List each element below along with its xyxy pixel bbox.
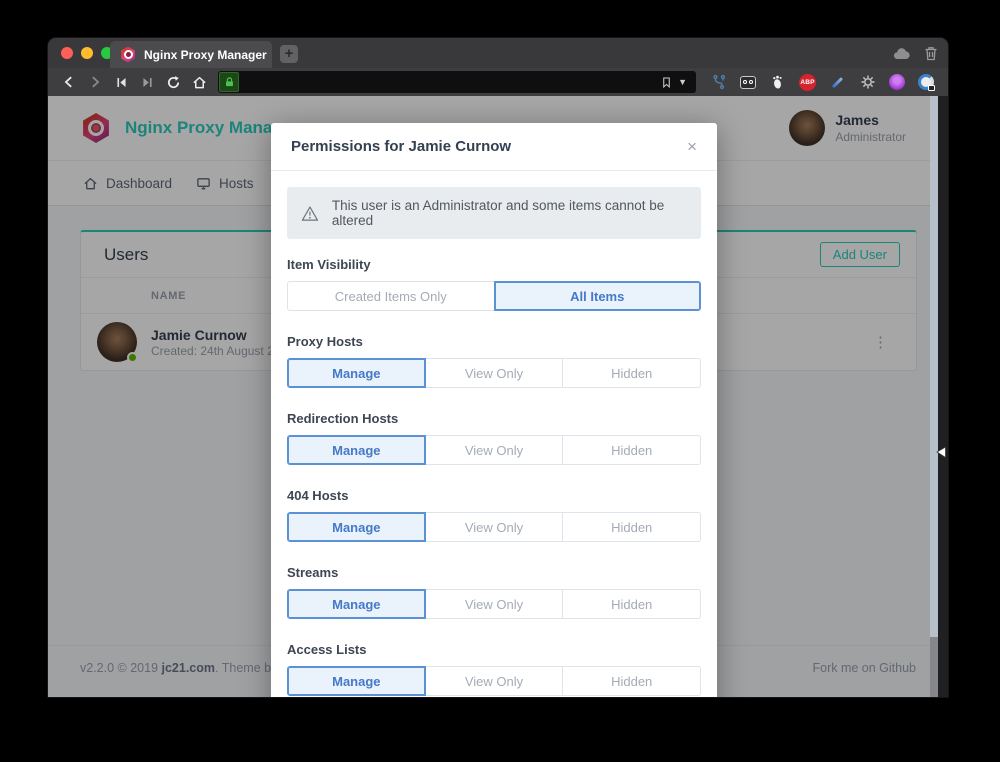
tab-title: Nginx Proxy Manager bbox=[144, 48, 267, 62]
modal-title: Permissions for Jamie Curnow bbox=[291, 138, 511, 155]
urlbar-dropdown-icon[interactable]: ▼ bbox=[678, 77, 687, 87]
trash-icon[interactable] bbox=[924, 46, 938, 61]
back-button[interactable] bbox=[56, 71, 82, 93]
adblock-plus-icon[interactable]: ABP bbox=[799, 74, 816, 91]
goggles-icon[interactable] bbox=[740, 76, 756, 89]
warning-icon bbox=[301, 205, 319, 222]
browser-toolbar: ▼ ABP bbox=[48, 68, 948, 96]
access-lists-hidden-button[interactable]: Hidden bbox=[562, 666, 701, 696]
mouse-cursor bbox=[936, 446, 947, 459]
window-right-border bbox=[938, 96, 948, 697]
redirection-hosts-manage-button[interactable]: Manage bbox=[287, 435, 426, 465]
page-scrollbar[interactable] bbox=[930, 96, 938, 697]
reload-button[interactable] bbox=[160, 71, 186, 93]
skip-forward-icon[interactable] bbox=[134, 71, 160, 93]
minimize-window-button[interactable] bbox=[81, 47, 93, 59]
bookmark-icon[interactable] bbox=[661, 76, 672, 89]
access-lists-manage-button[interactable]: Manage bbox=[287, 666, 426, 696]
page-viewport: Nginx Proxy Manager James Administrator … bbox=[48, 96, 948, 697]
proxy-hosts-manage-button[interactable]: Manage bbox=[287, 358, 426, 388]
cloud-icon[interactable] bbox=[893, 47, 910, 60]
extension-toolbar: ABP bbox=[710, 74, 934, 91]
close-icon[interactable]: × bbox=[687, 138, 697, 155]
redirection-hosts-label: Redirection Hosts bbox=[287, 411, 701, 426]
404-hosts-view-only-button[interactable]: View Only bbox=[425, 512, 564, 542]
access-lists-view-only-button[interactable]: View Only bbox=[425, 666, 564, 696]
scrollbar-thumb[interactable] bbox=[930, 96, 938, 637]
new-tab-button[interactable]: + bbox=[280, 45, 298, 63]
proxy-hosts-label: Proxy Hosts bbox=[287, 334, 701, 349]
404-hosts-label: 404 Hosts bbox=[287, 488, 701, 503]
browser-titlebar: Nginx Proxy Manager + bbox=[48, 38, 948, 68]
visibility-all-items-button[interactable]: All Items bbox=[494, 281, 702, 311]
fork-icon[interactable] bbox=[710, 74, 727, 91]
admin-alert: This user is an Administrator and some i… bbox=[287, 187, 701, 239]
item-visibility-group: Created Items Only All Items bbox=[287, 281, 701, 311]
redirection-hosts-view-only-button[interactable]: View Only bbox=[425, 435, 564, 465]
close-window-button[interactable] bbox=[61, 47, 73, 59]
404-hosts-group: Manage View Only Hidden bbox=[287, 512, 701, 542]
proxy-hosts-view-only-button[interactable]: View Only bbox=[425, 358, 564, 388]
browser-window: Nginx Proxy Manager + bbox=[48, 38, 948, 697]
window-controls bbox=[61, 47, 113, 59]
gear-icon[interactable] bbox=[859, 74, 876, 91]
proxy-hosts-hidden-button[interactable]: Hidden bbox=[562, 358, 701, 388]
gnome-foot-icon[interactable] bbox=[769, 74, 786, 91]
color-picker-icon[interactable] bbox=[829, 74, 846, 91]
item-visibility-label: Item Visibility bbox=[287, 257, 701, 272]
permissions-modal: Permissions for Jamie Curnow × This user… bbox=[271, 123, 717, 697]
purple-extension-icon[interactable] bbox=[889, 74, 905, 90]
npm-favicon-icon bbox=[120, 47, 136, 63]
404-hosts-hidden-button[interactable]: Hidden bbox=[562, 512, 701, 542]
streams-label: Streams bbox=[287, 565, 701, 580]
streams-view-only-button[interactable]: View Only bbox=[425, 589, 564, 619]
404-hosts-manage-button[interactable]: Manage bbox=[287, 512, 426, 542]
access-lists-group: Manage View Only Hidden bbox=[287, 666, 701, 696]
redirection-hosts-hidden-button[interactable]: Hidden bbox=[562, 435, 701, 465]
streams-group: Manage View Only Hidden bbox=[287, 589, 701, 619]
streams-hidden-button[interactable]: Hidden bbox=[562, 589, 701, 619]
streams-manage-button[interactable]: Manage bbox=[287, 589, 426, 619]
home-button[interactable] bbox=[186, 71, 212, 93]
privacy-clock-lock-icon[interactable] bbox=[918, 74, 934, 90]
url-bar[interactable]: ▼ bbox=[218, 71, 696, 93]
admin-alert-text: This user is an Administrator and some i… bbox=[332, 198, 687, 228]
access-lists-label: Access Lists bbox=[287, 642, 701, 657]
visibility-created-items-button[interactable]: Created Items Only bbox=[287, 281, 495, 311]
skip-back-icon[interactable] bbox=[108, 71, 134, 93]
browser-tab[interactable]: Nginx Proxy Manager bbox=[110, 41, 272, 68]
https-lock-icon[interactable] bbox=[219, 72, 239, 92]
proxy-hosts-group: Manage View Only Hidden bbox=[287, 358, 701, 388]
forward-button[interactable] bbox=[82, 71, 108, 93]
redirection-hosts-group: Manage View Only Hidden bbox=[287, 435, 701, 465]
